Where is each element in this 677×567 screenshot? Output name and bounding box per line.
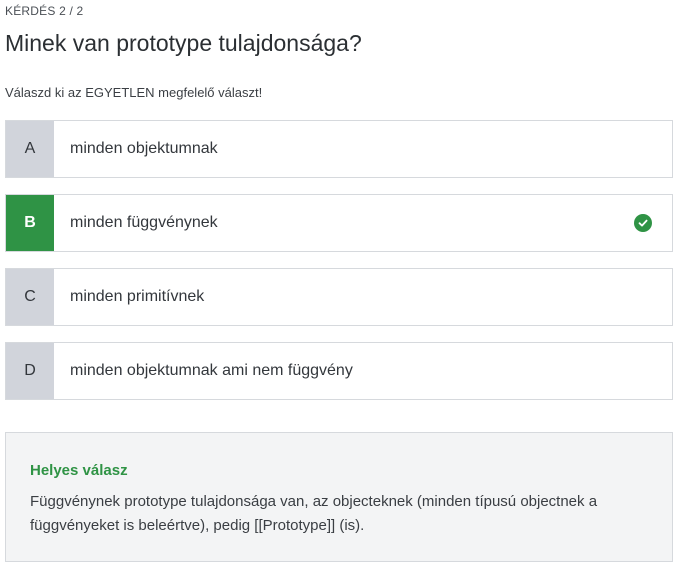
feedback-panel: Helyes válasz Függvénynek prototype tula… bbox=[5, 432, 673, 562]
option-letter: B bbox=[6, 195, 54, 251]
option-text: minden primitívnek bbox=[70, 288, 205, 305]
option-letter: A bbox=[6, 121, 54, 177]
answer-option-c[interactable]: C minden primitívnek bbox=[5, 268, 673, 326]
question-counter: KÉRDÉS 2 / 2 bbox=[5, 4, 84, 18]
option-letter: D bbox=[6, 343, 54, 399]
question-title: Minek van prototype tulajdonsága? bbox=[5, 30, 362, 56]
answer-option-b[interactable]: B minden függvénynek bbox=[5, 194, 673, 252]
check-mark-glyph bbox=[638, 219, 648, 227]
feedback-title: Helyes válasz bbox=[30, 462, 128, 479]
option-text: minden objektumnak ami nem függvény bbox=[70, 362, 353, 379]
option-text: minden függvénynek bbox=[70, 214, 218, 231]
option-letter: C bbox=[6, 269, 54, 325]
answer-option-d[interactable]: D minden objektumnak ami nem függvény bbox=[5, 342, 673, 400]
answer-option-a[interactable]: A minden objektumnak bbox=[5, 120, 673, 178]
feedback-body: Függvénynek prototype tulajdonsága van, … bbox=[30, 493, 598, 534]
instruction-text: Válaszd ki az EGYETLEN megfelelő választ… bbox=[5, 85, 263, 100]
option-text: minden objektumnak bbox=[70, 140, 218, 157]
check-circle-icon bbox=[634, 214, 652, 232]
